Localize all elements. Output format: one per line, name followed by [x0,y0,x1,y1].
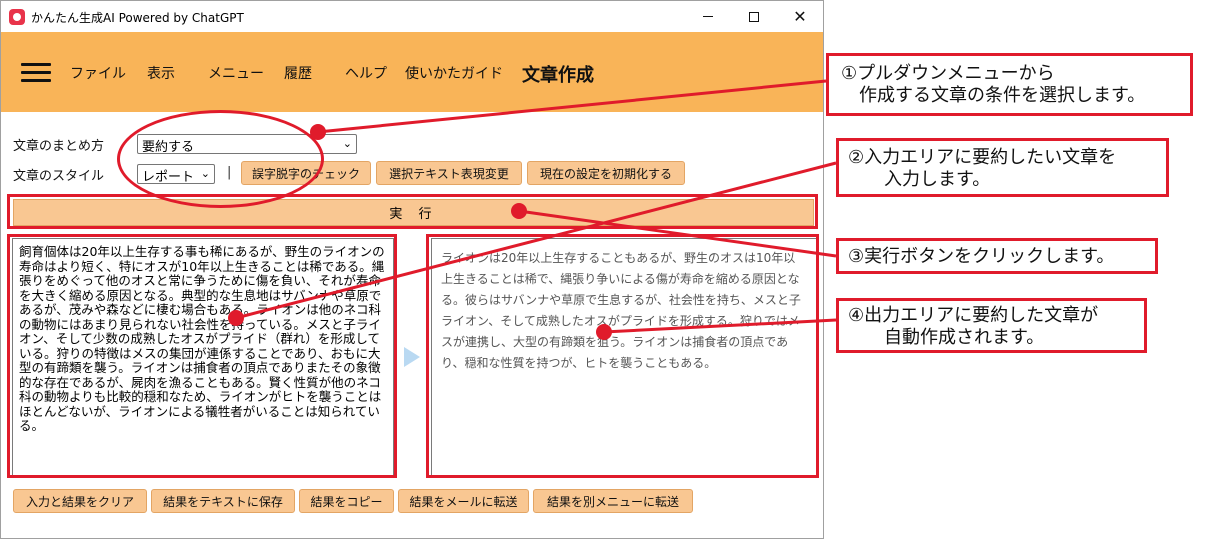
title-bar: かんたん生成AI Powered by ChatGPT ✕ [1,1,823,32]
annotation-box-4: ④出力エリアに要約した文章が 自動作成されます。 [836,298,1147,353]
annotation-frame-output [426,234,819,478]
window-title: かんたん生成AI Powered by ChatGPT [31,11,244,25]
menu-help[interactable]: ヘルプ [345,63,387,83]
close-icon[interactable]: ✕ [777,1,823,32]
clear-button[interactable]: 入力と結果をクリア [13,489,147,513]
copy-button[interactable]: 結果をコピー [299,489,394,513]
style-label: 文章のスタイル [13,169,105,184]
rephrase-button[interactable]: 選択テキスト表現変更 [376,161,522,185]
annotation-text-4: ④出力エリアに要約した文章が 自動作成されます。 [848,305,1099,348]
annotation-text-3: ③実行ボタンをクリックします。 [848,246,1115,267]
annotation-box-1: ①プルダウンメニューから 作成する文章の条件を選択します。 [826,53,1193,116]
summary-label: 文章のまとめ方 [13,139,105,154]
menu-menu[interactable]: メニュー [208,63,264,83]
chevron-down-icon: ⌄ [342,137,352,150]
reset-settings-button[interactable]: 現在の設定を初期化する [527,161,685,185]
arrow-right-icon [404,347,420,367]
annotation-frame-run [7,194,818,229]
page-title: 文章作成 [522,65,594,86]
menu-history[interactable]: 履歴 [284,63,312,83]
maximize-icon[interactable] [731,1,777,32]
hamburger-menu-icon[interactable] [21,63,51,82]
menu-file[interactable]: ファイル [70,63,126,83]
minimize-icon[interactable] [685,1,731,32]
mail-forward-button[interactable]: 結果をメールに転送 [398,489,529,513]
app-logo-icon [9,9,25,25]
annotation-frame-input [7,234,397,478]
annotation-text-1: ①プルダウンメニューから 作成する文章の条件を選択します。 [841,63,1146,106]
annotation-text-2: ②入力エリアに要約したい文章を 入力します。 [848,147,1117,190]
menu-guide[interactable]: 使いかたガイド [405,63,503,83]
menu-forward-button[interactable]: 結果を別メニューに転送 [533,489,693,513]
menu-bar: ファイル 表示 メニュー 履歴 ヘルプ 使いかたガイド 文章作成 [1,32,823,112]
annotation-box-2: ②入力エリアに要約したい文章を 入力します。 [836,138,1169,197]
menu-view[interactable]: 表示 [147,63,175,83]
annotation-box-3: ③実行ボタンをクリックします。 [836,238,1158,274]
save-text-button[interactable]: 結果をテキストに保存 [151,489,295,513]
